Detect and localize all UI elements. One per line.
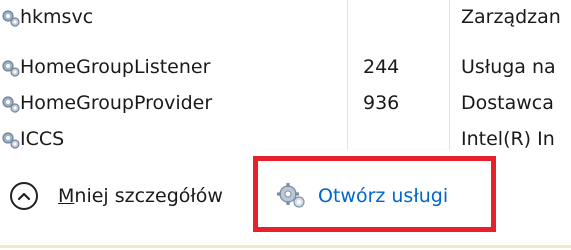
- service-description: Zarządzan: [461, 6, 561, 28]
- fewer-details-button[interactable]: [10, 182, 38, 210]
- fewer-details-accel: M: [58, 185, 75, 207]
- service-row[interactable]: hkmsvc Zarządzan: [0, 2, 571, 32]
- service-name: HomeGroupProvider: [20, 92, 213, 114]
- bottom-divider: [0, 245, 571, 248]
- gears-service-icon: [2, 60, 20, 77]
- service-description: Usługa na: [461, 56, 556, 78]
- highlight-annotation: [253, 156, 496, 232]
- fewer-details-label: niej szczegółów: [74, 185, 223, 207]
- service-row[interactable]: HomeGroupProvider 936 Dostawca: [0, 88, 571, 118]
- service-pid: 244: [363, 56, 400, 78]
- service-row[interactable]: HomeGroupListener 244 Usługa na: [0, 52, 571, 82]
- service-pid: 936: [363, 92, 400, 114]
- service-row[interactable]: ICCS Intel(R) In: [0, 124, 571, 150]
- chevron-up-icon: [17, 192, 31, 201]
- fewer-details-link[interactable]: Mniej szczegółów: [58, 182, 223, 210]
- service-name: hkmsvc: [20, 6, 94, 28]
- services-list: hkmsvc Zarządzan HomeGroupListener 244 U…: [0, 0, 571, 150]
- service-name: HomeGroupListener: [20, 56, 211, 78]
- gears-service-icon: [2, 10, 20, 27]
- service-description: Dostawca: [461, 92, 554, 114]
- gears-service-icon: [2, 132, 20, 149]
- service-description: Intel(R) In: [461, 128, 555, 150]
- service-name: ICCS: [20, 128, 65, 150]
- gears-service-icon: [2, 96, 20, 113]
